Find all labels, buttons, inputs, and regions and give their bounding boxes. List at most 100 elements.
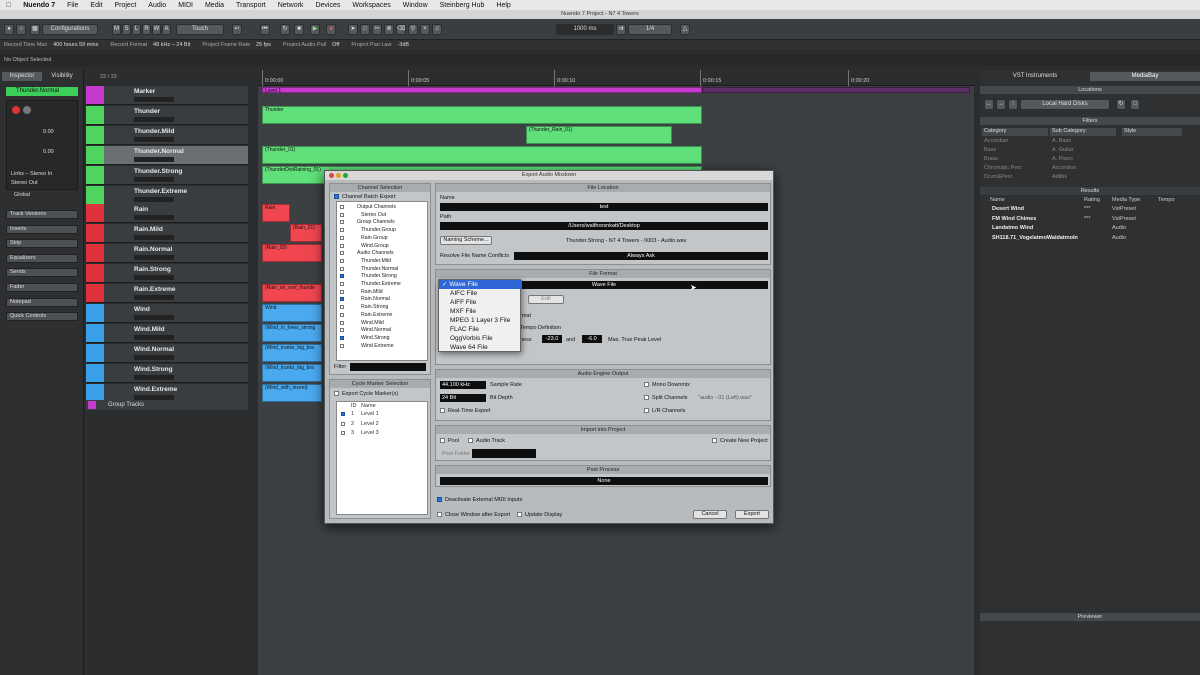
track-row[interactable]: Rain.Extreme	[86, 284, 248, 303]
tab-mediabay[interactable]: MediaBay	[1090, 72, 1200, 81]
track-controls[interactable]	[134, 255, 174, 260]
track-controls[interactable]	[134, 137, 174, 142]
channel-row[interactable]: Rain.Extreme	[337, 312, 429, 319]
save-location-icon[interactable]: □	[1130, 99, 1140, 110]
rewind-icon[interactable]: ⏮	[260, 24, 270, 35]
track-row[interactable]: Thunder.Mild	[86, 126, 248, 145]
result-name[interactable]: Desert Wind	[992, 206, 1024, 212]
post-process-select[interactable]: None	[440, 477, 768, 485]
inspector-track-name[interactable]: Thunder.Normal	[6, 87, 78, 96]
menu-item-file[interactable]: File	[61, 2, 84, 9]
channel-checkbox[interactable]	[340, 312, 344, 317]
audio-track-checkbox[interactable]	[468, 438, 473, 443]
clip-rain[interactable]: Rain	[262, 204, 290, 222]
track-name[interactable]: Rain.Extreme	[134, 286, 176, 293]
channel-checkbox[interactable]	[340, 205, 344, 209]
erase-tool-icon[interactable]: ⌫	[396, 24, 406, 35]
track-name[interactable]: Wind.Mild	[134, 326, 165, 333]
true-peak-field[interactable]: -6.0	[582, 335, 602, 343]
menu-item-audio[interactable]: Audio	[142, 2, 172, 9]
track-controls[interactable]	[134, 335, 174, 340]
track-name[interactable]: Thunder	[134, 108, 160, 115]
cancel-button[interactable]: Cancel	[693, 510, 727, 519]
format-option[interactable]: AIFC File	[439, 289, 522, 298]
menu-item-transport[interactable]: Transport	[230, 2, 272, 9]
channel-checkbox[interactable]	[340, 251, 344, 256]
clip-level[interactable]: Level 1	[262, 87, 702, 94]
channel-row[interactable]: Rain.Group	[337, 235, 429, 242]
refresh-icon[interactable]: ↻	[1116, 99, 1126, 110]
category-item[interactable]: Brass	[982, 156, 1048, 162]
channel-checkbox[interactable]	[340, 305, 344, 310]
channel-row[interactable]: Rain.Mild	[337, 289, 429, 296]
result-name[interactable]: FM Wind Chimes	[992, 216, 1036, 222]
toolbar-a-button[interactable]: A	[162, 24, 171, 35]
track-controls[interactable]	[134, 375, 174, 380]
track-row[interactable]: Wind	[86, 304, 248, 323]
channel-checkbox[interactable]	[340, 297, 344, 302]
deactivate-midi-checkbox[interactable]	[437, 497, 442, 502]
toolbar-w-button[interactable]: W	[152, 24, 161, 35]
track-name[interactable]: Wind.Strong	[134, 366, 173, 373]
split-tool-icon[interactable]: ✂	[372, 24, 382, 35]
monitor-icon[interactable]	[23, 106, 31, 114]
format-option[interactable]: FLAC File	[439, 325, 522, 334]
update-display-checkbox[interactable]	[517, 512, 522, 517]
inspector-section-inserts[interactable]: Inserts	[6, 224, 78, 234]
channel-batch-export-checkbox[interactable]	[334, 194, 339, 199]
category-item[interactable]: Accordian	[982, 138, 1048, 144]
up-arrow-icon[interactable]: ↑	[1008, 99, 1018, 110]
configurations-button[interactable]: Configurations	[42, 24, 98, 35]
track-name[interactable]: Thunder.Extreme	[134, 188, 187, 195]
inspector-section-strip[interactable]: Strip	[6, 239, 78, 249]
track-row[interactable]: Wind.Normal	[86, 344, 248, 363]
menu-item-workspaces[interactable]: Workspaces	[346, 2, 396, 9]
realtime-export-checkbox[interactable]	[440, 408, 445, 413]
category-item[interactable]: Drum&Perc	[982, 174, 1048, 180]
track-controls[interactable]	[134, 275, 174, 280]
track-controls[interactable]	[134, 157, 174, 162]
inspector-section-equalizers[interactable]: Equalizers	[6, 253, 78, 263]
results-column[interactable]: Tempo	[1158, 197, 1175, 203]
track-row[interactable]: Rain.Strong	[86, 264, 248, 283]
menu-item-nuendo-7[interactable]: Nuendo 7	[17, 2, 61, 9]
export-button[interactable]: Export	[735, 510, 769, 519]
menu-item-media[interactable]: Media	[199, 2, 230, 9]
track-controls[interactable]	[134, 315, 174, 320]
results-column[interactable]: Rating	[1084, 197, 1100, 203]
mute-tool-icon[interactable]: ×	[420, 24, 430, 35]
cycle-icon[interactable]: ↻	[280, 24, 290, 35]
menu-item-midi[interactable]: MIDI	[172, 2, 199, 9]
format-option[interactable]: Wave 64 File	[439, 343, 522, 352]
track-name[interactable]: Wind	[134, 306, 150, 313]
toolbar-s-button[interactable]: S	[122, 24, 131, 35]
clip-thunder-mild[interactable]: (Thunder_Rain_01)	[526, 126, 672, 144]
category-column[interactable]: Category	[982, 128, 1048, 136]
channel-row[interactable]: Output Channels	[337, 204, 429, 211]
metronome-icon[interactable]: △	[680, 24, 690, 35]
back-icon[interactable]: ↩	[232, 24, 242, 35]
track-name[interactable]: Thunder.Normal	[134, 148, 184, 155]
format-option[interactable]: AIFF File	[439, 298, 522, 307]
results-column[interactable]: Media Type	[1112, 197, 1140, 203]
track-name[interactable]: Rain.Mild	[134, 226, 163, 233]
split-channels-checkbox[interactable]	[644, 395, 649, 400]
zoom-tool-icon[interactable]: ⚲	[408, 24, 418, 35]
category-item[interactable]: Bass	[982, 147, 1048, 153]
subcategory-item[interactable]: A. Piano	[1050, 156, 1116, 162]
channel-checkbox[interactable]	[340, 282, 344, 286]
channel-row[interactable]: Wind.Extreme	[337, 343, 429, 350]
menu-item-help[interactable]: Help	[490, 2, 516, 9]
tab-inspector[interactable]: Inspector	[2, 72, 42, 81]
channel-row[interactable]: Thunder.Strong	[337, 273, 429, 280]
glue-tool-icon[interactable]: ⊗	[384, 24, 394, 35]
channel-checkbox[interactable]	[340, 320, 344, 325]
track-name[interactable]: Marker	[134, 88, 155, 95]
activate-project-icon[interactable]: ●	[4, 24, 14, 35]
channel-checkbox[interactable]	[340, 343, 344, 348]
toolbar-l-button[interactable]: L	[132, 24, 141, 35]
track-row[interactable]: Rain.Mild	[86, 224, 248, 243]
clip-thunder[interactable]: Thunder	[262, 106, 702, 124]
inspector-section-sends[interactable]: Sends	[6, 268, 78, 278]
inspector-section-quick-controls[interactable]: Quick Controls	[6, 312, 78, 322]
